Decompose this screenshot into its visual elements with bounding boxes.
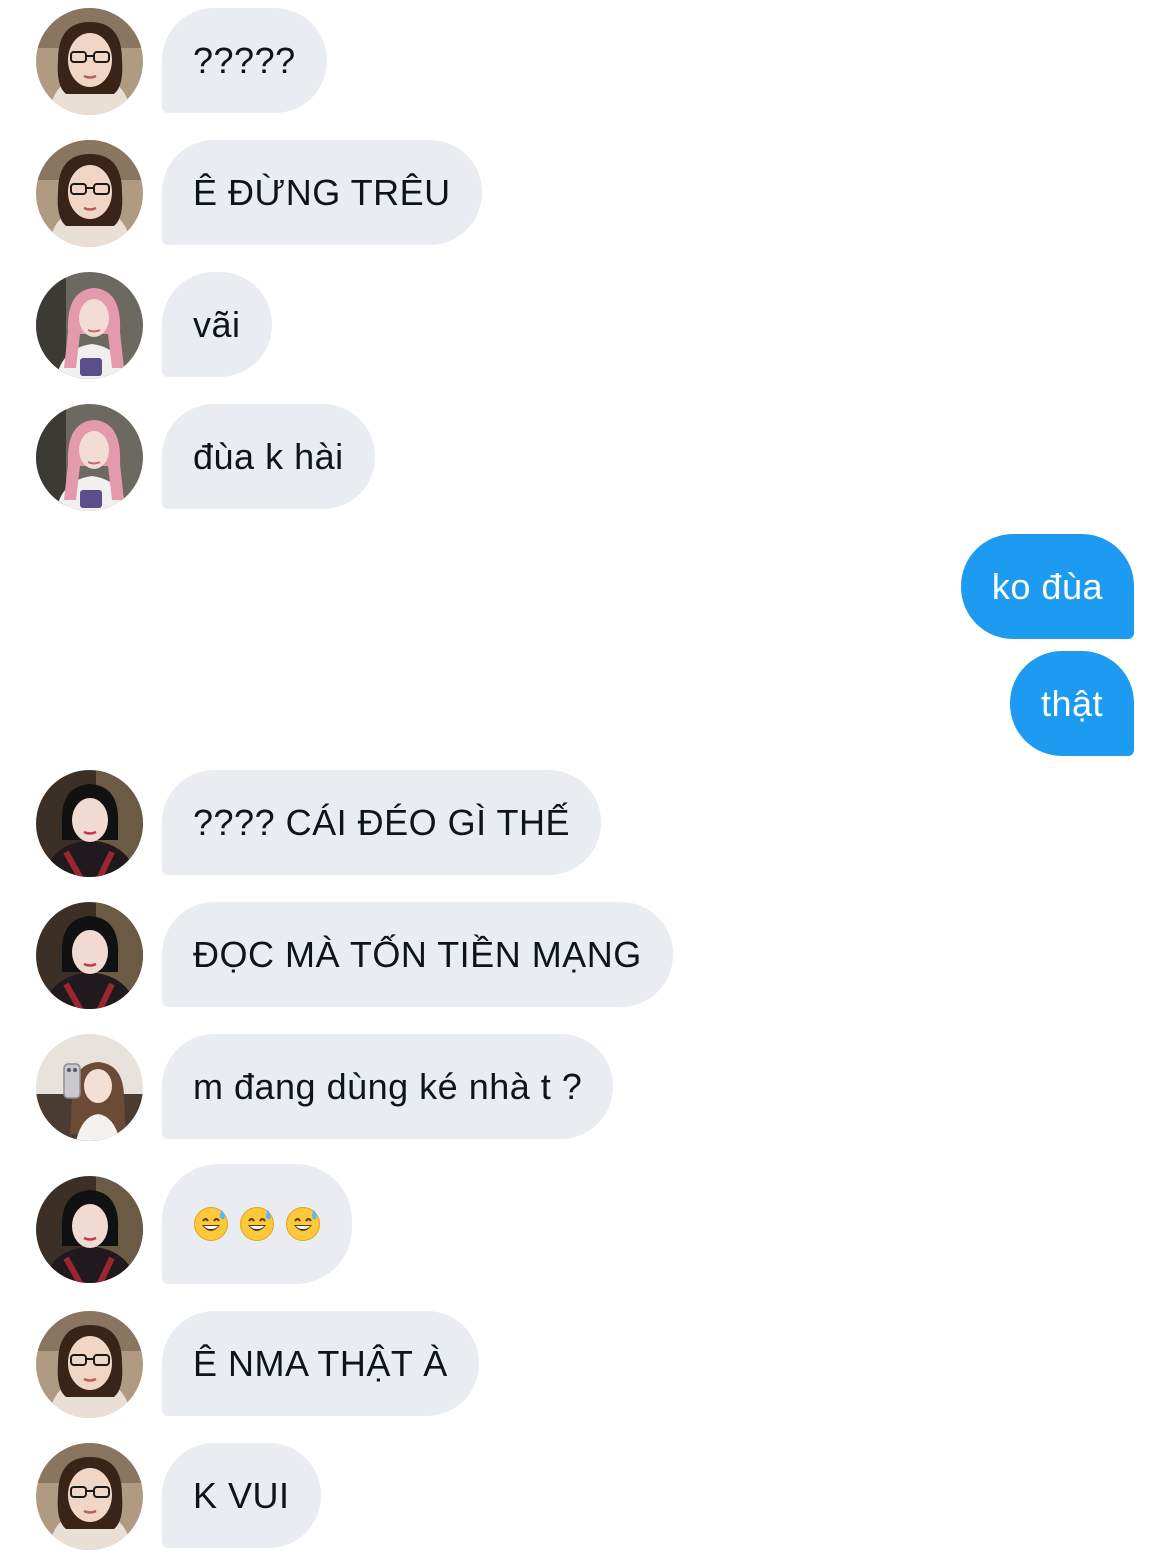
emoji-group <box>193 1206 321 1242</box>
message-text: vãi <box>193 303 241 345</box>
message-bubble[interactable] <box>162 1164 352 1284</box>
message-text: Ê ĐỪNG TRÊU <box>193 171 451 213</box>
message-row: ĐỌC MÀ TỐN TIỀN MẠNG <box>0 902 1170 1007</box>
message-bubble-outgoing[interactable]: ko đùa <box>960 534 1134 639</box>
message-bubble[interactable]: ĐỌC MÀ TỐN TIỀN MẠNG <box>162 902 673 1007</box>
message-text: K VUI <box>193 1474 290 1516</box>
message-row <box>0 1164 1170 1284</box>
message-row: đùa k hài <box>0 404 1170 511</box>
message-bubble[interactable]: ????? <box>162 8 327 113</box>
message-row: Ê ĐỪNG TRÊU <box>0 140 1170 247</box>
message-bubble-outgoing[interactable]: thật <box>1009 651 1134 756</box>
message-text: ????? <box>193 39 296 81</box>
message-bubble[interactable]: Ê NMA THẬT À <box>162 1311 479 1416</box>
message-bubble[interactable]: K VUI <box>162 1443 321 1548</box>
message-bubble[interactable]: ???? CÁI ĐÉO GÌ THẾ <box>162 770 601 875</box>
message-row: vãi <box>0 272 1170 379</box>
message-row: ko đùa <box>0 534 1170 639</box>
message-text: Ê NMA THẬT À <box>193 1342 448 1384</box>
message-text: ko đùa <box>991 565 1103 607</box>
message-text: ???? CÁI ĐÉO GÌ THẾ <box>193 801 570 843</box>
message-text: thật <box>1040 682 1103 724</box>
avatar[interactable] <box>36 902 143 1009</box>
avatar[interactable] <box>36 1443 143 1550</box>
message-bubble[interactable]: Ê ĐỪNG TRÊU <box>162 140 482 245</box>
avatar[interactable] <box>36 272 143 379</box>
sweat-smile-emoji-icon <box>285 1206 321 1242</box>
avatar[interactable] <box>36 770 143 877</box>
message-text: m đang dùng ké nhà t ? <box>193 1065 583 1107</box>
message-row: Ê NMA THẬT À <box>0 1311 1170 1418</box>
avatar[interactable] <box>36 1176 143 1283</box>
avatar[interactable] <box>36 404 143 511</box>
sweat-smile-emoji-icon <box>193 1206 229 1242</box>
message-row: m đang dùng ké nhà t ? <box>0 1034 1170 1141</box>
message-row: thật <box>0 651 1170 756</box>
avatar[interactable] <box>36 8 143 115</box>
message-bubble[interactable]: đùa k hài <box>162 404 375 509</box>
message-row: K VUI <box>0 1443 1170 1550</box>
message-text: đùa k hài <box>193 435 344 477</box>
message-bubble[interactable]: vãi <box>162 272 272 377</box>
message-bubble[interactable]: m đang dùng ké nhà t ? <box>162 1034 614 1139</box>
sweat-smile-emoji-icon <box>239 1206 275 1242</box>
avatar[interactable] <box>36 1034 143 1141</box>
message-text: ĐỌC MÀ TỐN TIỀN MẠNG <box>193 933 642 975</box>
avatar[interactable] <box>36 140 143 247</box>
message-row: ????? <box>0 8 1170 115</box>
avatar[interactable] <box>36 1311 143 1418</box>
message-row: ???? CÁI ĐÉO GÌ THẾ <box>0 770 1170 875</box>
